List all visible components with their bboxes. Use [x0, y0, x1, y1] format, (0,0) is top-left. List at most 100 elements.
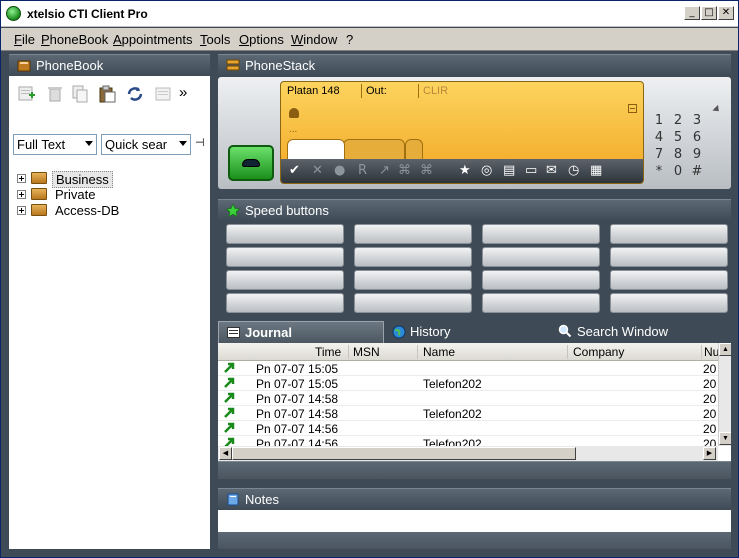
- scroll-thumb[interactable]: [232, 447, 576, 460]
- speed-button[interactable]: [610, 224, 728, 244]
- accept-icon[interactable]: ✔: [289, 163, 300, 178]
- journal-footer: [218, 461, 731, 479]
- direction-label: Out:: [366, 85, 387, 97]
- hangup-button[interactable]: [228, 145, 274, 181]
- connect-icon[interactable]: ⌘: [420, 163, 433, 178]
- call-tab-2[interactable]: [343, 139, 405, 159]
- speed-button[interactable]: [226, 224, 344, 244]
- card-icon[interactable]: ▤: [503, 163, 515, 178]
- speed-button[interactable]: [354, 247, 472, 267]
- key-5[interactable]: 5: [669, 130, 687, 145]
- details-icon[interactable]: [153, 85, 173, 103]
- hold-icon[interactable]: ●: [334, 163, 345, 178]
- scroll-up-icon[interactable]: ▲: [719, 343, 731, 356]
- speed-button[interactable]: [610, 270, 728, 290]
- expand-icon[interactable]: [17, 174, 26, 183]
- calculator-icon[interactable]: ▦: [590, 163, 602, 178]
- phonebook-header: PhoneBook: [9, 54, 210, 76]
- speed-button[interactable]: [610, 293, 728, 313]
- maximize-button[interactable]: □: [701, 6, 717, 20]
- clock-icon[interactable]: ◷: [568, 163, 579, 178]
- key-7[interactable]: 7: [650, 147, 668, 162]
- corner-arrow-icon[interactable]: [712, 104, 722, 115]
- speed-button[interactable]: [482, 247, 600, 267]
- speed-button[interactable]: [226, 293, 344, 313]
- scroll-right-icon[interactable]: ▶: [703, 447, 716, 460]
- scroll-left-icon[interactable]: ◀: [219, 447, 232, 460]
- scroll-down-icon[interactable]: ▼: [719, 432, 731, 445]
- call-display: Platan 148 Out: CLIR ... ✔ ✕ ● R ↗ ⌘ ⌘ ★: [280, 81, 644, 184]
- call-tab-1[interactable]: [287, 139, 345, 159]
- key-8[interactable]: 8: [669, 147, 687, 162]
- key-2[interactable]: 2: [669, 113, 687, 128]
- key-0[interactable]: 0: [669, 164, 687, 179]
- tab-search-window[interactable]: Search Window: [558, 321, 728, 343]
- more-icon[interactable]: »: [179, 84, 187, 101]
- favorite-icon[interactable]: ★: [459, 163, 471, 178]
- menu-file[interactable]: File: [14, 32, 35, 47]
- table-row[interactable]: Pn 07-07 15:05 20: [218, 361, 718, 376]
- menu-phonebook[interactable]: PhoneBook: [41, 32, 108, 47]
- collapse-icon[interactable]: [628, 104, 637, 113]
- speed-button[interactable]: [354, 224, 472, 244]
- speed-button[interactable]: [354, 293, 472, 313]
- speed-button[interactable]: [610, 247, 728, 267]
- minimize-button[interactable]: _: [684, 6, 700, 20]
- speed-button[interactable]: [482, 270, 600, 290]
- menu-help[interactable]: ?: [346, 32, 353, 47]
- conference-icon[interactable]: ⌘: [398, 163, 411, 178]
- divider: [418, 84, 419, 98]
- expand-icon[interactable]: [17, 190, 26, 199]
- table-row[interactable]: Pn 07-07 14:56 20: [218, 421, 718, 436]
- close-button[interactable]: ✕: [718, 6, 734, 20]
- speed-button[interactable]: [354, 270, 472, 290]
- speed-button[interactable]: [482, 293, 600, 313]
- speed-button[interactable]: [226, 270, 344, 290]
- key-hash[interactable]: #: [688, 164, 706, 179]
- menu-options[interactable]: Options: [239, 32, 284, 47]
- col-time[interactable]: Time: [315, 345, 341, 359]
- mail-icon[interactable]: ✉: [546, 163, 557, 178]
- delete-icon[interactable]: [45, 85, 65, 103]
- quick-search-select[interactable]: Quick sear: [101, 134, 191, 155]
- speed-button[interactable]: [482, 224, 600, 244]
- table-row[interactable]: Pn 07-07 15:05 Telefon202 20: [218, 376, 718, 391]
- vertical-scrollbar[interactable]: ▲ ▼: [718, 343, 731, 446]
- speed-button[interactable]: [226, 247, 344, 267]
- key-1[interactable]: 1: [650, 113, 668, 128]
- table-row[interactable]: Pn 07-07 14:58 Telefon202 20: [218, 406, 718, 421]
- menu-window[interactable]: Window: [291, 32, 337, 47]
- col-company[interactable]: Company: [573, 345, 624, 359]
- pin-icon[interactable]: ⊣: [195, 136, 205, 149]
- redial-icon[interactable]: R: [358, 163, 367, 178]
- call-tab-3[interactable]: [405, 139, 423, 159]
- journal-icon: [227, 327, 240, 338]
- tab-history[interactable]: History: [390, 321, 540, 343]
- outgoing-call-icon: [224, 422, 235, 433]
- speed-buttons-title: Speed buttons: [245, 203, 329, 218]
- table-row[interactable]: Pn 07-07 14:58 20: [218, 391, 718, 406]
- refresh-icon[interactable]: [125, 85, 145, 103]
- col-name[interactable]: Name: [423, 345, 455, 359]
- copy-icon[interactable]: [70, 85, 90, 103]
- key-4[interactable]: 4: [650, 130, 668, 145]
- menu-appointments[interactable]: Appointments: [113, 32, 193, 47]
- key-6[interactable]: 6: [688, 130, 706, 145]
- paste-icon[interactable]: [97, 85, 117, 103]
- filter-select[interactable]: Full Text: [13, 134, 97, 155]
- horizontal-scrollbar[interactable]: ◀ ▶: [218, 446, 718, 461]
- key-9[interactable]: 9: [688, 147, 706, 162]
- add-entry-icon[interactable]: [17, 85, 37, 103]
- record-icon[interactable]: ◎: [481, 163, 492, 178]
- transfer-icon[interactable]: ↗: [379, 163, 390, 178]
- reject-icon[interactable]: ✕: [312, 163, 323, 178]
- menu-tools[interactable]: Tools: [200, 32, 230, 47]
- expand-icon[interactable]: [17, 206, 26, 215]
- col-msn[interactable]: MSN: [353, 345, 380, 359]
- key-star[interactable]: *: [650, 164, 668, 179]
- phonebook-open-icon[interactable]: ▭: [525, 163, 537, 178]
- tab-journal[interactable]: Journal: [218, 321, 384, 343]
- key-3[interactable]: 3: [688, 113, 706, 128]
- divider: [348, 345, 349, 359]
- notes-textarea[interactable]: [218, 510, 731, 532]
